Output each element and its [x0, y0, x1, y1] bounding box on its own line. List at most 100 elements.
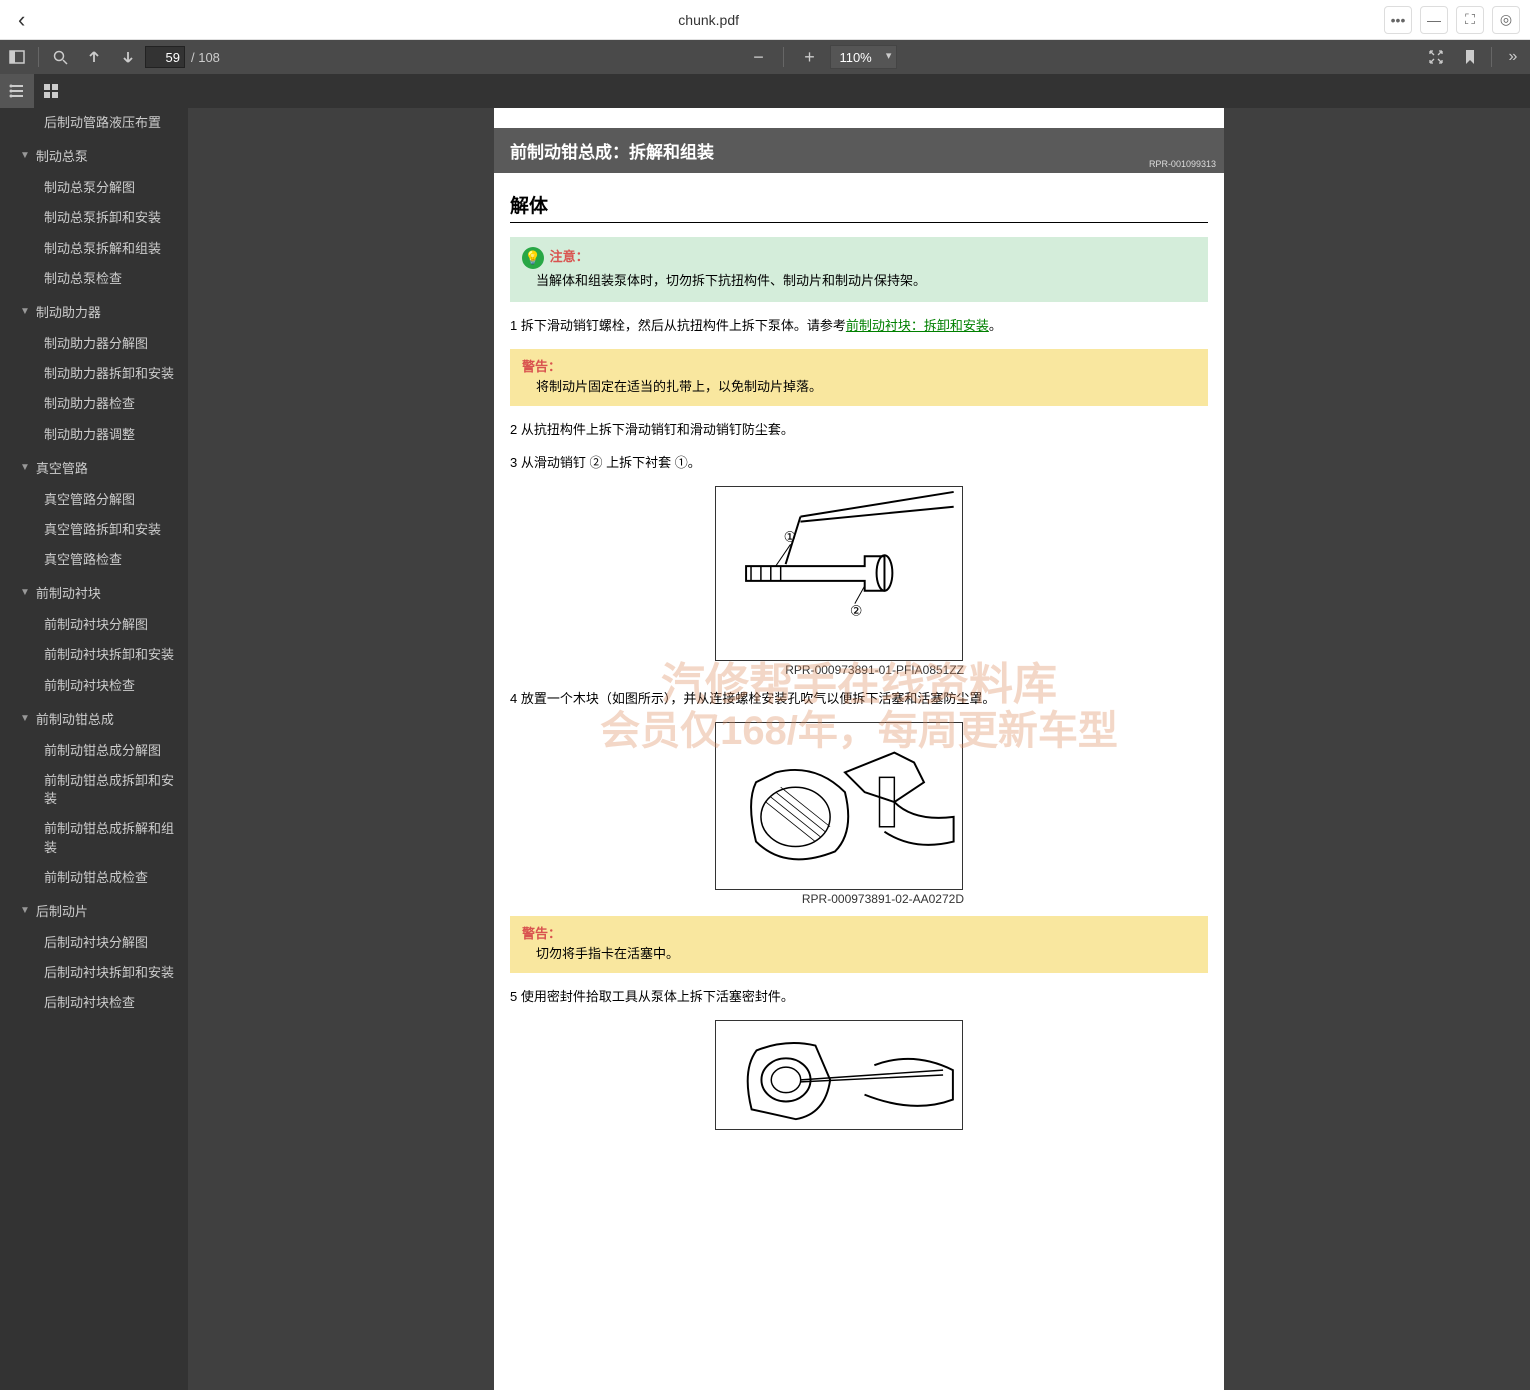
outline-label: 制动助力器	[36, 302, 101, 321]
outline-child[interactable]: 制动总泵检查	[0, 264, 188, 294]
target-button[interactable]: ◎	[1492, 6, 1520, 34]
pdf-toolbar: / 108 − + 110% »	[0, 40, 1530, 74]
sidebar-toggle-button[interactable]	[0, 40, 34, 74]
more-button[interactable]: •••	[1384, 6, 1412, 34]
circled-1: ①	[675, 455, 688, 470]
outline-child[interactable]: 前制动钳总成拆卸和安装	[0, 766, 188, 814]
section-title: 解体	[510, 191, 1208, 223]
outline-child[interactable]: 后制动衬块检查	[0, 988, 188, 1018]
outline-label: 后制动片	[36, 901, 88, 920]
outline-tab[interactable]	[0, 74, 34, 108]
figure-3-wrap	[714, 1020, 964, 1130]
step-5: 5 使用密封件拾取工具从泵体上拆下活塞密封件。	[510, 987, 1208, 1008]
step-4: 4 放置一个木块（如图所示），并从连接螺栓安装孔吹气以便拆下活塞和活塞防尘罩。	[510, 689, 1208, 710]
outline-child[interactable]: 真空管路拆卸和安装	[0, 515, 188, 545]
figure-2-caption: RPR-000973891-02-AA0272D	[714, 892, 964, 906]
outline-parent[interactable]: ▼前制动衬块	[0, 575, 188, 610]
pdf-viewer[interactable]: 前制动钳总成：拆解和组装 RPR-001099313 解体 💡 注意： 当解体和…	[188, 108, 1530, 1390]
window-title: chunk.pdf	[33, 12, 1384, 28]
outline-child[interactable]: 后制动衬块拆卸和安装	[0, 958, 188, 988]
outline-label: 真空管路	[36, 458, 88, 477]
main-area: 后制动管路液压布置▼制动总泵制动总泵分解图制动总泵拆卸和安装制动总泵拆解和组装制…	[0, 108, 1530, 1390]
toolbar-center: − + 110%	[220, 40, 1419, 74]
warning-text: 将制动片固定在适当的扎带上，以免制动片掉落。	[536, 377, 1196, 398]
outline-child[interactable]: 真空管路分解图	[0, 485, 188, 515]
chevron-down-icon: ▼	[20, 713, 30, 724]
bookmark-button[interactable]	[1453, 40, 1487, 74]
chevron-down-icon: ▼	[20, 587, 30, 598]
zoom-in-button[interactable]: +	[792, 40, 826, 74]
sidebar-tabs	[0, 74, 1530, 108]
outline-label: 制动总泵	[36, 146, 88, 165]
outline-parent[interactable]: ▼ 制动总泵	[0, 138, 188, 173]
maximize-button[interactable]: ⛶	[1456, 6, 1484, 34]
outline-child[interactable]: 前制动钳总成检查	[0, 863, 188, 893]
presentation-button[interactable]	[1419, 40, 1453, 74]
outline-parent[interactable]: ▼ 制动助力器	[0, 294, 188, 329]
step-1-suffix: 。	[989, 318, 1002, 333]
back-button[interactable]: ‹	[10, 7, 33, 33]
note-text: 当解体和组装泵体时，切勿拆下抗扭构件、制动片和制动片保持架。	[536, 271, 1196, 292]
outline-child[interactable]: 制动助力器调整	[0, 420, 188, 450]
outline-child[interactable]: 制动总泵分解图	[0, 173, 188, 203]
chevron-down-icon: ▼	[20, 306, 30, 317]
outline-parent[interactable]: ▼ 后制动片	[0, 893, 188, 928]
svg-text:①: ①	[784, 528, 796, 544]
doc-header: 前制动钳总成：拆解和组装 RPR-001099313	[494, 128, 1224, 173]
prev-page-button[interactable]	[77, 40, 111, 74]
page-number-input[interactable]	[145, 46, 185, 68]
outline-child[interactable]: 前制动衬块拆卸和安装	[0, 640, 188, 670]
outline-label: 前制动钳总成	[36, 709, 114, 728]
step-1-text: 1 拆下滑动销钉螺栓，然后从抗扭构件上拆下泵体。请参考	[510, 318, 846, 333]
figure-3	[715, 1020, 963, 1130]
outline-child[interactable]: 制动助力器检查	[0, 389, 188, 419]
figure-1-caption: RPR-000973891-01-PFIA0851ZZ	[714, 663, 964, 677]
separator	[38, 47, 39, 67]
titlebar: ‹ chunk.pdf ••• — ⛶ ◎	[0, 0, 1530, 40]
zoom-out-button[interactable]: −	[741, 40, 775, 74]
separator	[783, 47, 784, 67]
outline-child[interactable]: 制动总泵拆解和组装	[0, 234, 188, 264]
warning-box-2: 警告： 切勿将手指卡在活塞中。	[510, 916, 1208, 974]
warning-label: 警告：	[522, 926, 561, 941]
figure-2	[715, 722, 963, 890]
outline-child[interactable]: 制动总泵拆卸和安装	[0, 203, 188, 233]
warning-text: 切勿将手指卡在活塞中。	[536, 944, 1196, 965]
thumbnails-tab[interactable]	[34, 74, 68, 108]
outline-child[interactable]: 制动助力器分解图	[0, 329, 188, 359]
step-1-link[interactable]: 前制动衬块：拆卸和安装	[846, 318, 989, 333]
figure-2-wrap: RPR-000973891-02-AA0272D	[714, 722, 964, 906]
outline-child[interactable]: 前制动衬块分解图	[0, 610, 188, 640]
note-box: 💡 注意： 当解体和组装泵体时，切勿拆下抗扭构件、制动片和制动片保持架。	[510, 237, 1208, 302]
separator	[1491, 47, 1492, 67]
chevron-down-icon: ▼	[20, 150, 30, 161]
outline-child[interactable]: 前制动钳总成分解图	[0, 736, 188, 766]
step-3: 3 从滑动销钉 ② 上拆下衬套 ①。	[510, 453, 1208, 474]
tools-button[interactable]: »	[1496, 40, 1530, 74]
search-button[interactable]	[43, 40, 77, 74]
chevron-down-icon: ▼	[20, 462, 30, 473]
step-1: 1 拆下滑动销钉螺栓，然后从抗扭构件上拆下泵体。请参考前制动衬块：拆卸和安装。	[510, 316, 1208, 337]
svg-text:②: ②	[850, 602, 862, 618]
outline-child[interactable]: 真空管路检查	[0, 545, 188, 575]
pdf-page: 前制动钳总成：拆解和组装 RPR-001099313 解体 💡 注意： 当解体和…	[494, 108, 1224, 1390]
outline-child[interactable]: 前制动衬块检查	[0, 671, 188, 701]
outline-parent[interactable]: ▼ 前制动钳总成	[0, 701, 188, 736]
lightbulb-icon: 💡	[522, 247, 544, 269]
figure-1: ① ②	[715, 486, 963, 661]
title-actions: ••• — ⛶ ◎	[1384, 6, 1520, 34]
chevron-down-icon: ▼	[20, 905, 30, 916]
zoom-select[interactable]: 110%	[830, 45, 897, 69]
outline-child[interactable]: 制动助力器拆卸和安装	[0, 359, 188, 389]
circled-2: ②	[589, 455, 602, 470]
outline-child[interactable]: 后制动管路液压布置	[0, 108, 188, 138]
note-label: 注意：	[550, 249, 589, 264]
outline-child[interactable]: 后制动衬块分解图	[0, 928, 188, 958]
next-page-button[interactable]	[111, 40, 145, 74]
outline-parent[interactable]: ▼ 真空管路	[0, 450, 188, 485]
warning-label: 警告：	[522, 359, 561, 374]
outline-child[interactable]: 前制动钳总成拆解和组装	[0, 814, 188, 862]
step-2: 2 从抗扭构件上拆下滑动销钉和滑动销钉防尘套。	[510, 420, 1208, 441]
outline-sidebar[interactable]: 后制动管路液压布置▼制动总泵制动总泵分解图制动总泵拆卸和安装制动总泵拆解和组装制…	[0, 108, 188, 1390]
minimize-button[interactable]: —	[1420, 6, 1448, 34]
